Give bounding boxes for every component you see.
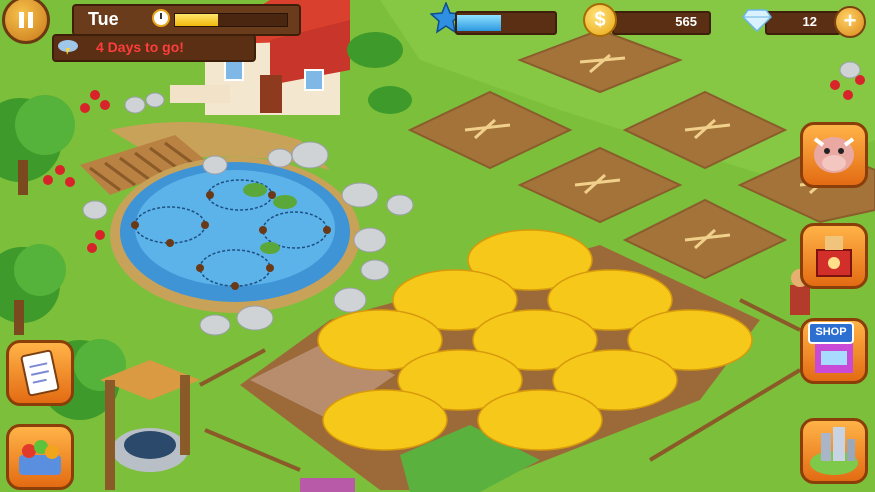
countdown-bar: 4 Days to go! — [52, 34, 256, 62]
add-gems-button[interactable]: + — [834, 6, 866, 38]
coin-bar: 565 — [612, 11, 711, 35]
fruit-basket-icon — [19, 440, 61, 475]
countdown-text: 4 Days to go! — [96, 39, 184, 55]
farm-scene — [0, 0, 875, 492]
machine-icon — [816, 236, 852, 277]
day-label: Tue — [88, 9, 119, 29]
plus-icon: + — [843, 8, 857, 33]
day-panel: Tue 4 Days to go! — [52, 0, 301, 62]
tasks-button[interactable] — [6, 340, 74, 406]
diamond-bar: 12 — [765, 11, 841, 35]
shop-label: SHOP — [808, 322, 854, 344]
animals-button[interactable] — [800, 122, 868, 188]
coin-icon: $ — [583, 3, 617, 37]
day-progress-bar — [174, 13, 288, 27]
city-button[interactable] — [800, 418, 868, 484]
day-progress-fill — [175, 14, 218, 26]
diamond-count: 12 — [802, 14, 817, 29]
xp-bar — [455, 11, 557, 35]
market-basket-button[interactable] — [6, 424, 74, 490]
xp-progress-fill — [457, 15, 502, 31]
weather-icon — [58, 40, 78, 55]
task-board-icon — [20, 349, 60, 397]
clock-icon — [152, 9, 170, 27]
machine-button[interactable] — [800, 223, 868, 289]
diamond-icon — [742, 9, 772, 32]
coin-count: 565 — [675, 14, 697, 29]
pause-icon — [19, 12, 33, 28]
day-bar: Tue — [72, 4, 301, 36]
fish-pond — [110, 157, 360, 313]
cow-icon — [813, 137, 855, 173]
city-icon — [810, 427, 858, 475]
